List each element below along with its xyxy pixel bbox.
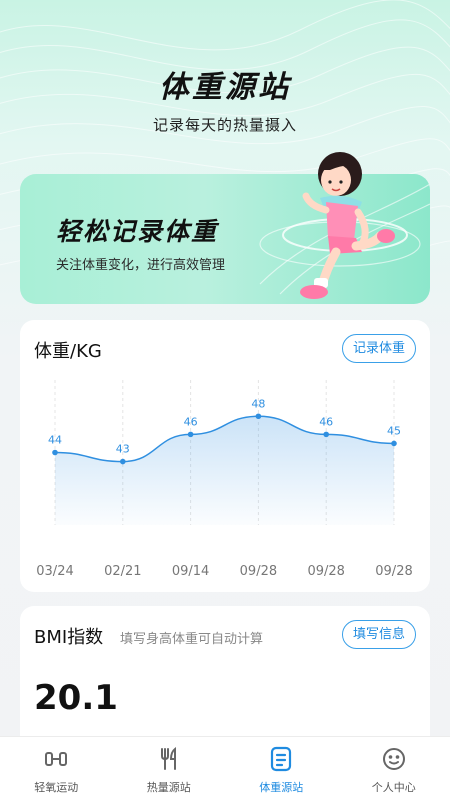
banner-subtitle: 关注体重变化，进行高效管理 [56, 258, 226, 273]
tab-weight[interactable]: 体重源站 [225, 737, 338, 800]
list-book-icon [271, 746, 292, 772]
x-tick-label: 02/21 [104, 564, 141, 579]
data-label: 45 [387, 424, 401, 437]
x-tick-label: 09/28 [375, 564, 412, 579]
bmi-card: BMI指数 填写身高体重可自动计算 填写信息 20.1 [20, 606, 430, 756]
tab-calories[interactable]: 热量源站 [113, 737, 226, 800]
record-weight-button[interactable]: 记录体重 [341, 334, 416, 363]
tab-weight-label: 体重源站 [259, 781, 304, 794]
data-label: 46 [184, 415, 198, 428]
x-tick-label: 09/28 [240, 564, 277, 579]
data-point [52, 449, 58, 456]
page-title: 体重源站 [159, 70, 291, 105]
data-point [120, 458, 126, 465]
data-point [391, 440, 397, 447]
x-tick-label: 09/28 [307, 564, 344, 579]
data-point [323, 431, 330, 438]
data-label: 44 [48, 434, 62, 447]
x-tick-label: 03/24 [36, 564, 73, 579]
weight-card-title: 体重/KG [34, 341, 102, 362]
data-point [187, 431, 194, 438]
page-subtitle: 记录每天的热量摄入 [152, 116, 297, 134]
x-tick-label: 09/14 [172, 564, 209, 579]
bmi-hint-text: 填写身高体重可自动计算 [120, 632, 264, 647]
bmi-value: 20.1 [34, 678, 118, 718]
tab-profile[interactable]: 个人中心 [338, 737, 450, 800]
tab-calories-label: 热量源站 [146, 781, 191, 794]
weight-line-chart: 44 43 46 48 46 45 03/24 02/21 09/14 09/28 09/28 09/… [36, 380, 413, 579]
fork-knife-icon [160, 746, 176, 770]
tab-exercise-label: 轻氧运动 [34, 781, 79, 794]
weight-card: 体重/KG 记录体重 44 43 46 48 46 45 03/24 02/21 09/14 09… [20, 320, 430, 592]
running-girl-illustration [282, 152, 408, 299]
data-label: 46 [319, 415, 333, 428]
dumbbell-icon [45, 752, 68, 766]
banner-title: 轻松记录体重 [56, 217, 219, 246]
series-area [55, 416, 394, 525]
fill-info-button[interactable]: 填写信息 [341, 620, 416, 649]
data-point [255, 413, 262, 420]
tab-exercise[interactable]: 轻氧运动 [0, 737, 113, 800]
tab-profile-label: 个人中心 [371, 781, 416, 794]
bmi-card-title: BMI指数 [34, 627, 104, 648]
data-label: 48 [251, 397, 265, 410]
face-icon [382, 748, 405, 770]
data-label: 43 [116, 443, 130, 456]
bottom-tab-bar: 轻氧运动 热量源站 体重源站 个人中心 [0, 736, 450, 800]
